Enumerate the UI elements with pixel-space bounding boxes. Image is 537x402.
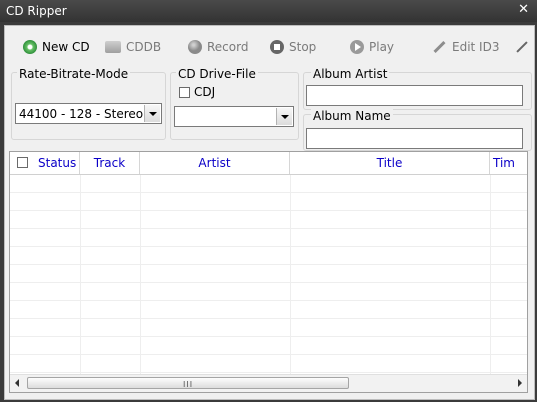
stop-icon — [270, 40, 284, 54]
album-artist-label: Album Artist — [311, 67, 390, 81]
cddb-button[interactable]: CDDB — [105, 36, 161, 58]
client-area: New CD CDDB Record Stop Play Edit ID3 Ra… — [4, 25, 535, 400]
close-icon[interactable]: ✕ — [518, 2, 529, 17]
table-row — [10, 175, 527, 193]
scrollbar-thumb[interactable]: III — [27, 377, 349, 389]
scroll-left-icon[interactable] — [15, 379, 19, 387]
record-button[interactable]: Record — [188, 36, 248, 58]
scroll-right-icon[interactable] — [518, 379, 522, 387]
grid-header: Status Track Artist Title Tim — [10, 152, 527, 175]
track-grid[interactable]: Status Track Artist Title Tim III — [9, 151, 528, 393]
table-row — [10, 211, 527, 229]
new-cd-icon — [23, 40, 37, 54]
toolbar-overflow-icon — [517, 40, 527, 54]
rate-bitrate-mode-select[interactable]: 44100 - 128 - Stereo — [15, 103, 162, 124]
grid-rows — [10, 175, 527, 375]
album-name-label: Album Name — [311, 109, 393, 123]
table-row — [10, 193, 527, 211]
cdj-checkbox[interactable] — [179, 87, 190, 98]
stop-label: Stop — [289, 40, 317, 54]
new-cd-label: New CD — [42, 40, 90, 54]
horizontal-scrollbar[interactable]: III — [10, 374, 527, 392]
column-header-track[interactable]: Track — [80, 152, 140, 174]
cd-drive-file-label: CD Drive-File — [176, 67, 258, 81]
table-row — [10, 337, 527, 355]
edit-id3-button[interactable]: Edit ID3 — [433, 36, 499, 58]
cddb-icon — [105, 41, 121, 53]
chevron-down-icon[interactable] — [276, 108, 292, 125]
cdj-label: CDJ — [194, 85, 216, 99]
chevron-down-icon[interactable] — [144, 105, 160, 122]
window-title: CD Ripper — [6, 4, 67, 18]
cd-ripper-window: CD Ripper ✕ New CD CDDB Record Stop Play… — [0, 0, 537, 402]
edit-id3-label: Edit ID3 — [452, 40, 500, 54]
play-button[interactable]: Play — [350, 36, 394, 58]
play-label: Play — [369, 40, 395, 54]
table-row — [10, 229, 527, 247]
column-header-title[interactable]: Title — [290, 152, 490, 174]
table-row — [10, 283, 527, 301]
stop-button[interactable]: Stop — [270, 36, 316, 58]
record-icon — [188, 40, 202, 54]
column-header-time[interactable]: Tim — [490, 152, 527, 174]
table-row — [10, 247, 527, 265]
table-row — [10, 355, 527, 373]
table-row — [10, 301, 527, 319]
rate-bitrate-mode-value: 44100 - 128 - Stereo — [19, 107, 144, 121]
edit-id3-icon — [433, 40, 447, 54]
cd-drive-file-select[interactable] — [174, 106, 294, 127]
album-name-input[interactable] — [306, 128, 523, 149]
title-bar[interactable]: CD Ripper ✕ — [0, 0, 537, 22]
toolbar: New CD CDDB Record Stop Play Edit ID3 — [11, 32, 531, 60]
record-label: Record — [207, 40, 249, 54]
status-header-label: Status — [38, 156, 77, 170]
rate-bitrate-mode-label: Rate-Bitrate-Mode — [17, 67, 131, 81]
table-row — [10, 265, 527, 283]
column-header-status[interactable]: Status — [10, 152, 80, 174]
column-header-artist[interactable]: Artist — [140, 152, 290, 174]
scrollbar-grip: III — [183, 380, 194, 389]
new-cd-button[interactable]: New CD — [23, 36, 90, 58]
toolbar-overflow-button[interactable] — [517, 36, 527, 58]
table-row — [10, 319, 527, 337]
cddb-label: CDDB — [126, 40, 162, 54]
album-artist-input[interactable] — [306, 85, 523, 106]
select-all-checkbox[interactable] — [17, 157, 28, 168]
play-icon — [350, 40, 364, 54]
